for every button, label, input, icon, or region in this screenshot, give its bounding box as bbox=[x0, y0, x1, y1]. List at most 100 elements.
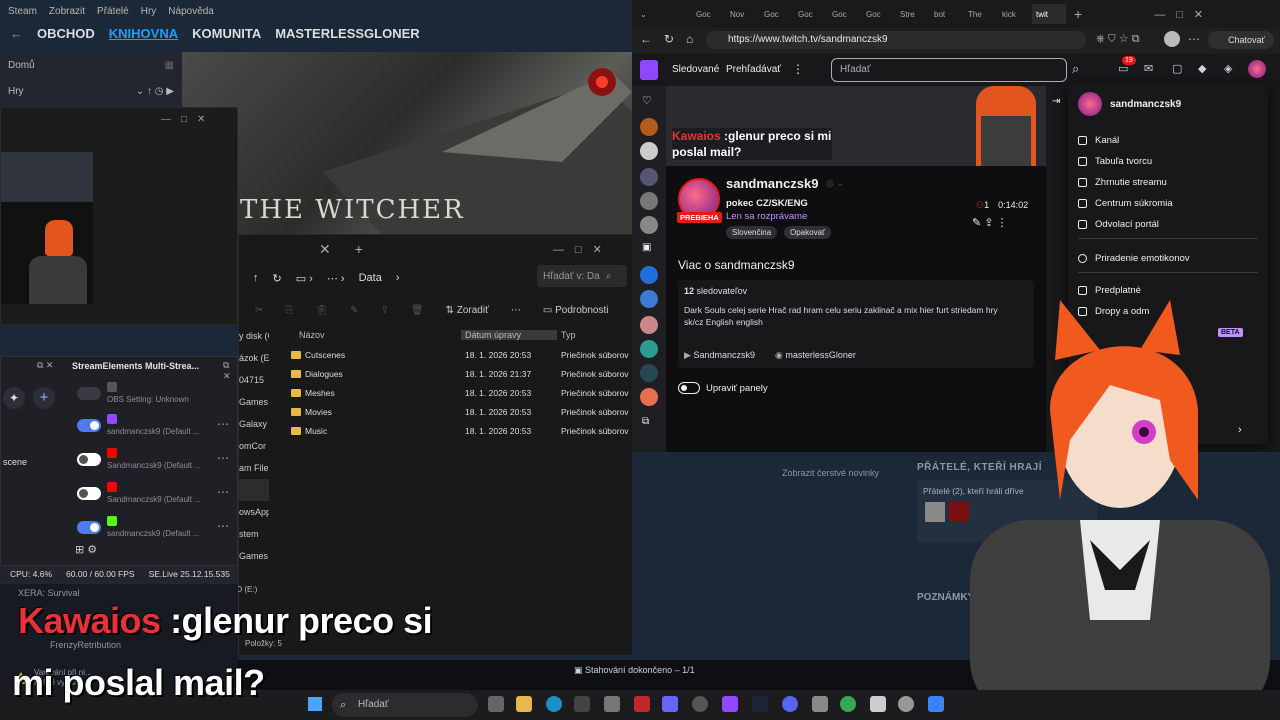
bits-icon[interactable]: ◆ bbox=[1198, 62, 1206, 75]
app-icon[interactable] bbox=[662, 696, 678, 712]
inbox-icon[interactable]: ✉ bbox=[1144, 62, 1153, 75]
twitch-icon[interactable] bbox=[722, 696, 738, 712]
browser-tab[interactable]: Goc bbox=[692, 4, 726, 24]
channel-avatar[interactable] bbox=[640, 118, 658, 136]
more-icon[interactable]: ⋯ › bbox=[327, 272, 345, 285]
monitor-icon[interactable]: ▭ › bbox=[296, 272, 313, 285]
browser-tab[interactable]: kick bbox=[998, 4, 1032, 24]
browser-tab[interactable]: Goc bbox=[828, 4, 862, 24]
channel-avatar[interactable] bbox=[640, 192, 658, 210]
more-icon[interactable]: ⋮ bbox=[792, 62, 804, 76]
refresh-icon[interactable]: ↻ bbox=[664, 32, 674, 46]
nav-following[interactable]: Sledované bbox=[672, 64, 719, 75]
share-icon[interactable]: ⇪ bbox=[380, 305, 388, 316]
more-options-icon[interactable]: ⋯ bbox=[511, 305, 521, 316]
menu-help[interactable]: Nápověda bbox=[168, 6, 214, 17]
new-tab-icon[interactable]: + bbox=[355, 241, 363, 257]
twitch-logo-icon[interactable] bbox=[640, 60, 658, 80]
nav-profile[interactable]: MASTERLESSGLONER bbox=[275, 26, 419, 41]
menu-view[interactable]: Zobrazit bbox=[49, 6, 85, 17]
nav-item[interactable]: am File bbox=[239, 457, 269, 479]
more-options-icon[interactable]: ⋯ bbox=[217, 519, 229, 533]
task-view-icon[interactable] bbox=[488, 696, 504, 712]
steam-icon[interactable] bbox=[752, 696, 768, 712]
nav-item[interactable]: owsApp bbox=[239, 501, 269, 523]
channel-avatar[interactable] bbox=[640, 216, 658, 234]
explorer-icon[interactable] bbox=[516, 696, 532, 712]
app-icon[interactable] bbox=[870, 696, 886, 712]
more-options-icon[interactable]: ⋯ bbox=[217, 451, 229, 465]
chevron-down-icon[interactable]: ⌄ ↑ ◷ ▶ bbox=[136, 86, 174, 97]
menu-user[interactable]: sandmanczsk9 bbox=[1078, 92, 1181, 116]
url-bar[interactable]: https://www.twitch.tv/sandmanczsk9 bbox=[706, 31, 1086, 49]
nav-item[interactable]: Galaxy bbox=[239, 413, 269, 435]
channel-avatar[interactable] bbox=[640, 364, 658, 382]
category-link[interactable]: Len sa rozprávame bbox=[726, 211, 807, 222]
paste-icon[interactable]: 📋︎ bbox=[315, 305, 328, 316]
rename-icon[interactable]: ✎ bbox=[350, 305, 358, 316]
channel-avatar[interactable] bbox=[640, 290, 658, 308]
sort-button[interactable]: ⇅ Zoradiť bbox=[446, 305, 489, 316]
file-row[interactable]: Dialogues 18. 1. 2026 21:37 Priečinok súbo… bbox=[291, 364, 633, 383]
user-avatar[interactable] bbox=[1248, 60, 1266, 78]
edit-panels-toggle[interactable]: Upraviť panely bbox=[678, 382, 768, 394]
explorer-search[interactable]: Hľadať v: Da ⌕ bbox=[537, 265, 627, 287]
file-row[interactable]: Meshes 18. 1. 2026 20:53 Priečinok súborov bbox=[291, 383, 633, 402]
menu-icon[interactable]: ⋯ bbox=[1188, 32, 1200, 46]
grid-icon[interactable]: ▦ bbox=[165, 60, 174, 71]
nav-item[interactable]: 04715 bbox=[239, 369, 269, 391]
menu-friends[interactable]: Přátelé bbox=[97, 6, 129, 17]
nav-library[interactable]: KNIHOVNA bbox=[109, 26, 178, 41]
column-date[interactable]: Dátum úpravy bbox=[461, 330, 557, 340]
edit-icon[interactable]: ✎ ⇪ ⋮ bbox=[972, 216, 1008, 229]
toggle-switch[interactable] bbox=[77, 453, 101, 466]
menu-steam[interactable]: Steam bbox=[8, 6, 37, 17]
edge-icon[interactable] bbox=[546, 696, 562, 712]
search-icon[interactable]: ⌕ bbox=[1072, 61, 1079, 77]
copy-icon[interactable]: ⧉ bbox=[642, 416, 649, 427]
copy-icon[interactable]: ⎘ bbox=[285, 305, 293, 316]
file-row[interactable]: Music 18. 1. 2026 20:53 Priečinok súborov bbox=[291, 421, 633, 440]
browser-tab[interactable]: The bbox=[964, 4, 998, 24]
details-button[interactable]: ▭ Podrobnosti bbox=[543, 305, 609, 316]
taskbar-search[interactable]: Hľadať bbox=[332, 693, 478, 717]
nav-item[interactable]: Games bbox=[239, 391, 269, 413]
file-row[interactable]: Cutscenes 18. 1. 2026 20:53 Priečinok súbo… bbox=[291, 345, 633, 364]
extensions-icon[interactable]: ⎈ ⛉ ☆ ⧉ bbox=[1096, 32, 1140, 46]
toggle-switch[interactable] bbox=[77, 419, 101, 432]
nav-store[interactable]: OBCHOD bbox=[37, 26, 95, 41]
column-name[interactable]: Názov bbox=[299, 330, 461, 340]
games-filter[interactable]: Hry ⌄ ↑ ◷ ▶ bbox=[0, 78, 182, 104]
channel-avatar[interactable] bbox=[640, 142, 658, 160]
window-controls[interactable]: — □ ✕ bbox=[553, 241, 602, 257]
nav-item[interactable]: ázok (E bbox=[239, 347, 269, 369]
close-tab-icon[interactable]: ✕ bbox=[319, 241, 331, 258]
chrome-icon[interactable] bbox=[840, 696, 856, 712]
app-icon[interactable] bbox=[812, 696, 828, 712]
channel-avatar[interactable] bbox=[640, 340, 658, 358]
window-controls[interactable]: — □ ✕ bbox=[161, 110, 205, 125]
news-link[interactable]: Zobrazit čerstvé novinky bbox=[782, 468, 879, 478]
tag[interactable]: Slovenčina bbox=[726, 226, 778, 239]
toggle-switch[interactable] bbox=[77, 387, 101, 400]
column-type[interactable]: Typ bbox=[557, 330, 576, 340]
back-icon[interactable]: ← bbox=[640, 32, 652, 46]
nav-item[interactable]: Games bbox=[239, 545, 269, 567]
app-icon[interactable] bbox=[604, 696, 620, 712]
app-icon[interactable] bbox=[634, 696, 650, 712]
menu-item-privacy[interactable]: Centrum súkromia bbox=[1078, 193, 1258, 213]
nav-item[interactable]: omCor bbox=[239, 435, 269, 457]
discord-link[interactable]: ◉ masterlessGloner bbox=[775, 350, 856, 361]
menu-games[interactable]: Hry bbox=[141, 6, 157, 17]
browser-tab[interactable]: Goc bbox=[862, 4, 896, 24]
app-icon[interactable] bbox=[574, 696, 590, 712]
nav-item[interactable]: y disk (C bbox=[239, 325, 269, 347]
more-options-icon[interactable]: ⋯ bbox=[217, 417, 229, 431]
whisper-icon[interactable]: ▢ bbox=[1172, 62, 1182, 75]
app-icon[interactable] bbox=[692, 696, 708, 712]
menu-item-stream-summary[interactable]: Zhrnutie streamu bbox=[1078, 172, 1258, 192]
add-destination-icon[interactable]: ⊞ ⚙ bbox=[75, 543, 97, 556]
file-row[interactable]: Movies 18. 1. 2026 20:53 Priečinok súborov bbox=[291, 402, 633, 421]
panel-controls[interactable]: ⧉ ✕ bbox=[37, 360, 53, 371]
tab-list-icon[interactable]: ⌄ bbox=[640, 10, 670, 19]
